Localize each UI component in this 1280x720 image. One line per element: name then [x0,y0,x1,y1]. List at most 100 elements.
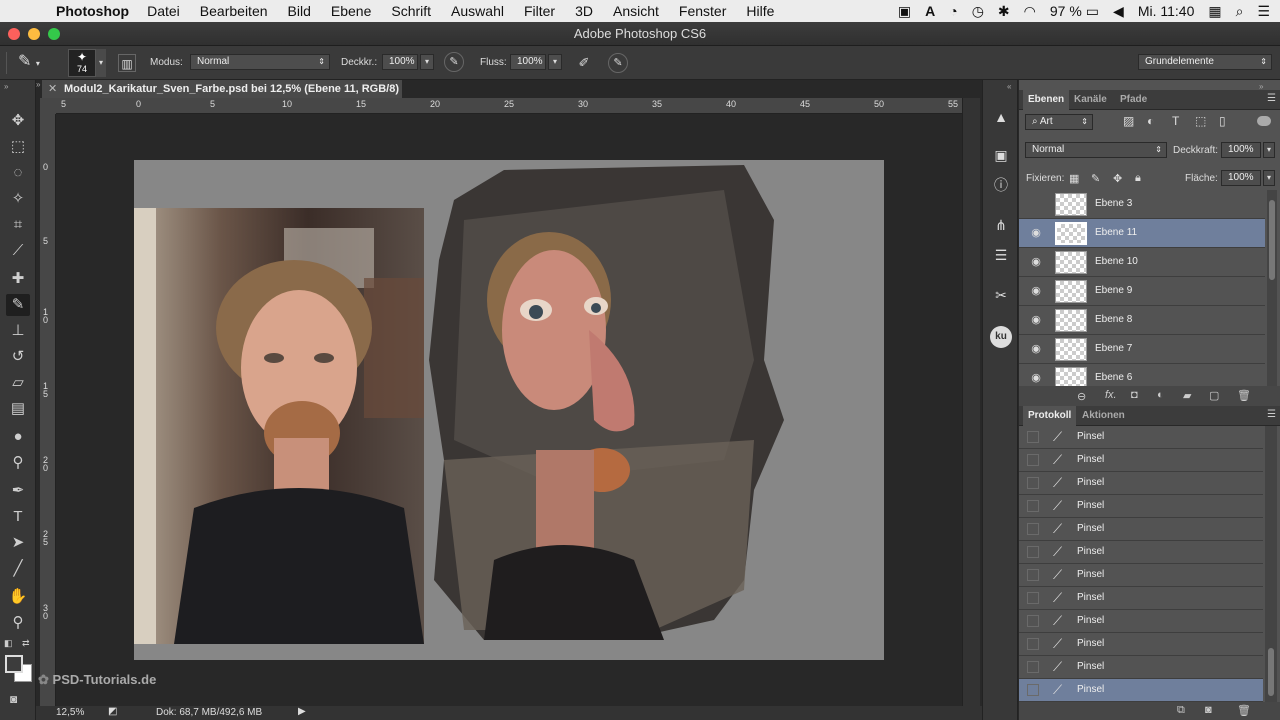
adjustments-panel-icon[interactable]: ☰ [990,244,1012,266]
lock-pixels-icon[interactable]: ✎ [1091,172,1100,185]
history-snapshot-checkbox[interactable] [1027,638,1039,650]
history-item[interactable]: ⟋ Pinsel [1019,495,1263,518]
add-mask-icon[interactable]: ◘ [1131,389,1138,401]
history-snapshot-checkbox[interactable] [1027,546,1039,558]
eyedropper-tool-icon[interactable]: ⟋ [6,240,30,262]
hand-tool-icon[interactable]: ✋ [6,586,30,608]
tab-pfade[interactable]: Pfade [1115,90,1152,110]
pen-tool-icon[interactable]: ✒ [6,480,30,502]
tab-ebenen[interactable]: Ebenen [1023,90,1070,110]
filter-pixel-icon[interactable]: ▨ [1123,114,1134,128]
eye-icon[interactable]: ◉ [1029,343,1043,355]
history-snapshot-checkbox[interactable] [1027,569,1039,581]
artboard[interactable] [134,160,884,660]
layer-style-fx-icon[interactable]: fx. [1105,389,1117,401]
link-layers-icon[interactable]: ⊖ [1077,390,1086,403]
fill-arrow-icon[interactable]: ▾ [1263,170,1275,186]
brush-preset-picker[interactable]: ✦ 74 [68,49,96,77]
spotlight-search-icon[interactable]: ⌕ [1236,3,1244,20]
notification-icon[interactable]: ◔ [949,3,957,19]
tab-kanaele[interactable]: Kanäle [1069,90,1112,110]
clone-stamp-tool-icon[interactable]: ⊥ [6,320,30,342]
brush-panel-toggle-icon[interactable]: ▥ [118,54,136,72]
document-tab[interactable]: ✕ Modul2_Karikatur_Sven_Farbe.psd bei 12… [42,80,402,113]
brush-picker-arrow-icon[interactable]: ▾ [96,49,106,77]
filter-type-icon[interactable]: T [1172,114,1179,128]
filter-smart-object-icon[interactable]: ▯ [1219,114,1226,128]
pressure-opacity-icon[interactable]: ✎ [444,52,464,72]
history-snapshot-checkbox[interactable] [1027,454,1039,466]
zoom-tool-icon[interactable]: ⚲ [6,612,30,634]
visibility-toggle-empty[interactable] [1029,198,1043,210]
new-layer-icon[interactable]: ▢ [1209,389,1219,402]
vertical-ruler[interactable]: 0 5 1 0 1 5 2 0 2 5 3 0 [40,114,56,708]
menu-ebene[interactable]: Ebene [331,3,371,19]
eye-icon[interactable]: ◉ [1029,285,1043,297]
history-snapshot-checkbox[interactable] [1027,615,1039,627]
kuler-panel-icon[interactable]: ku [990,326,1012,348]
layer-row-selected[interactable]: ◉ Ebene 11 [1019,219,1265,248]
menu-schrift[interactable]: Schrift [391,3,431,19]
history-item[interactable]: ⟋ Pinsel [1019,541,1263,564]
history-snapshot-checkbox[interactable] [1027,592,1039,604]
menu-hilfe[interactable]: Hilfe [746,3,774,19]
camera-status-icon[interactable]: ▣ [898,3,911,20]
lock-position-icon[interactable]: ✥ [1113,172,1122,185]
vertical-scrollbar[interactable] [962,98,980,708]
history-item-selected[interactable]: ⟋ Pinsel [1019,679,1263,702]
filter-adjustment-icon[interactable]: ◐ [1147,114,1154,128]
quick-mask-icon[interactable]: ◙ [10,692,17,706]
pressure-size-icon[interactable]: ✎ [608,53,628,73]
fill-input[interactable]: 100% [1221,170,1261,186]
swap-colors-icon[interactable]: ⇄ [22,638,30,649]
new-document-from-state-icon[interactable]: ⧉ [1177,704,1185,717]
histogram-panel-icon[interactable]: ▲ [990,106,1012,128]
menu-3d[interactable]: 3D [575,3,593,19]
eye-icon[interactable]: ◉ [1029,372,1043,384]
share-icon[interactable]: ◩ [108,706,117,717]
history-scroll-thumb[interactable] [1268,648,1274,696]
eraser-tool-icon[interactable]: ▱ [6,372,30,394]
history-snapshot-checkbox[interactable] [1027,661,1039,673]
history-snapshot-checkbox[interactable] [1027,500,1039,512]
toolbox-collapse-icon[interactable]: » [4,82,8,91]
dodge-tool-icon[interactable]: ⚲ [6,452,30,474]
menu-app-name[interactable]: Photoshop [56,3,129,19]
gradient-tool-icon[interactable]: ▤ [6,398,30,420]
filter-toggle[interactable] [1257,116,1271,126]
type-tool-icon[interactable]: T [6,506,30,528]
default-colors-icon[interactable]: ◧ [4,638,13,649]
battery-icon[interactable]: ▭ [1086,3,1099,20]
notification-center-icon[interactable]: ☰ [1257,3,1270,20]
brush-panel-icon[interactable]: ⋔ [990,214,1012,236]
menu-bearbeiten[interactable]: Bearbeiten [200,3,268,19]
layers-scrollbar[interactable] [1267,190,1277,390]
history-scrollbar[interactable] [1265,426,1277,702]
panel-menu-icon[interactable]: ☰ [1267,93,1276,104]
line-tool-icon[interactable]: ╱ [6,558,30,580]
history-snapshot-checkbox[interactable] [1027,523,1039,535]
layers-scroll-thumb[interactable] [1269,200,1275,280]
history-item[interactable]: ⟋ Pinsel [1019,518,1263,541]
new-group-icon[interactable]: ▰ [1183,389,1191,402]
menu-datei[interactable]: Datei [147,3,180,19]
eye-icon[interactable]: ◉ [1029,314,1043,326]
crop-tool-icon[interactable]: ⌗ [6,214,30,236]
lock-all-icon[interactable]: 🔒︎ [1135,172,1141,185]
layer-row[interactable]: ◉ Ebene 7 [1019,335,1265,364]
flow-input[interactable]: 100% [510,54,546,70]
path-selection-tool-icon[interactable]: ➤ [6,532,30,554]
menu-fenster[interactable]: Fenster [679,3,726,19]
menu-bild[interactable]: Bild [288,3,311,19]
lasso-tool-icon[interactable]: ◌ [6,162,30,184]
layer-row[interactable]: Ebene 3 [1019,190,1265,219]
history-item[interactable]: ⟋ Pinsel [1019,426,1263,449]
blur-tool-icon[interactable]: ● [6,426,30,448]
adjustment-layer-icon[interactable]: ◐ [1157,389,1164,401]
history-item[interactable]: ⟋ Pinsel [1019,472,1263,495]
tool-presets-panel-icon[interactable]: ✂ [990,284,1012,306]
healing-brush-tool-icon[interactable]: ✚ [6,268,30,290]
tab-aktionen[interactable]: Aktionen [1077,406,1130,426]
flow-dropdown-arrow-icon[interactable]: ▾ [548,54,562,70]
keyboard-viewer-icon[interactable]: ▦ [1208,3,1221,20]
